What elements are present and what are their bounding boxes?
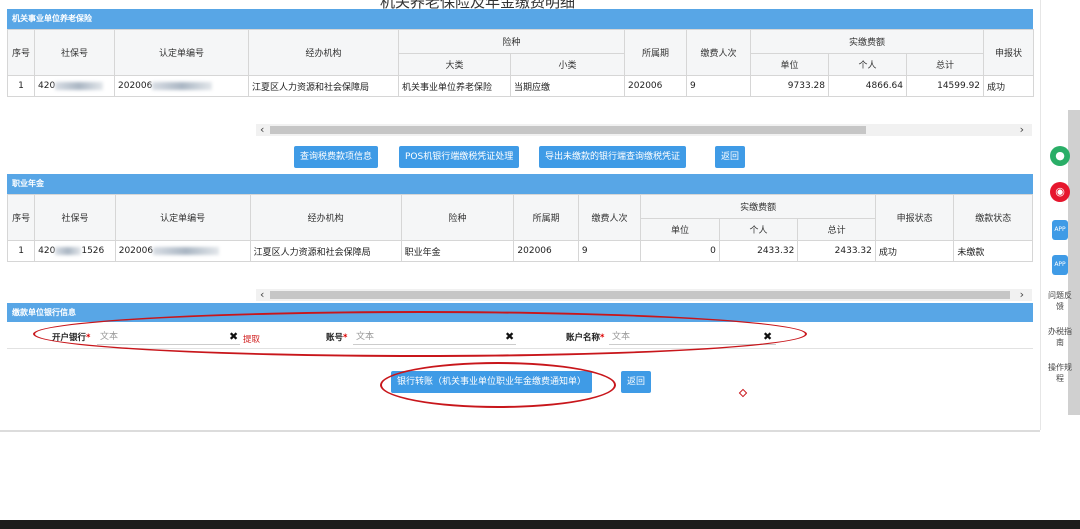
col-total: 总计 bbox=[906, 53, 985, 76]
cell-period: 202006 bbox=[513, 240, 579, 262]
sidebar-app-2[interactable]: APP bbox=[1046, 255, 1074, 275]
cell-agency: 江夏区人力资源和社会保障局 bbox=[249, 240, 402, 262]
col-period: 所属期 bbox=[624, 29, 688, 76]
cell-social-no: 420 bbox=[34, 75, 115, 97]
cell-unit: 9733.28 bbox=[750, 75, 830, 97]
scroll-left-icon[interactable]: ‹ bbox=[260, 288, 264, 301]
col-seq: 序号 bbox=[6, 194, 36, 241]
cell-period: 202006 bbox=[624, 75, 688, 97]
col-unit: 单位 bbox=[750, 53, 830, 76]
cell-personal: 4866.64 bbox=[828, 75, 908, 97]
cell-personal: 2433.32 bbox=[718, 240, 799, 262]
col-agency: 经办机构 bbox=[248, 29, 399, 76]
redacted-mark bbox=[55, 81, 104, 90]
app-icon[interactable]: APP bbox=[1052, 255, 1068, 275]
col-paid: 实缴费额 bbox=[750, 29, 985, 54]
cell-pay-status: 未缴款 bbox=[953, 240, 1033, 262]
col-cert-no: 认定单编号 bbox=[114, 29, 249, 76]
cell-seq: 1 bbox=[6, 240, 36, 262]
col-payers: 缴费人次 bbox=[686, 29, 752, 76]
cell-minor: 当期应缴 bbox=[509, 75, 626, 97]
col-cert-no: 认定单编号 bbox=[114, 194, 251, 241]
cell-report-status: 成功 bbox=[874, 240, 955, 262]
sidebar-feedback[interactable]: 问题反馈 bbox=[1046, 290, 1074, 312]
cell-major: 机关事业单位养老保险 bbox=[398, 75, 511, 97]
cell-total: 14599.92 bbox=[906, 75, 985, 97]
pension-table: 序号 社保号 认定单编号 经办机构 险种 所属期 缴费人次 实缴费额 申报状 大… bbox=[7, 29, 1035, 97]
scroll-right-icon[interactable]: › bbox=[1020, 288, 1024, 301]
annuity-scrollbar[interactable]: ‹ › bbox=[256, 288, 1032, 301]
annotation-oval bbox=[33, 311, 807, 357]
sidebar-procedure[interactable]: 操作规程 bbox=[1046, 362, 1074, 384]
col-pay-status: 缴款状态 bbox=[953, 194, 1033, 241]
sidebar-wechat[interactable]: ● bbox=[1046, 146, 1074, 166]
cell-insurance: 职业年金 bbox=[400, 240, 515, 262]
col-minor: 小类 bbox=[509, 53, 626, 76]
col-social-no: 社保号 bbox=[34, 194, 116, 241]
col-unit: 单位 bbox=[640, 218, 720, 241]
col-personal: 个人 bbox=[718, 218, 799, 241]
export-voucher-button[interactable]: 导出未缴款的银行端查询缴税凭证 bbox=[539, 146, 687, 168]
sidebar-guide[interactable]: 办税指南 bbox=[1046, 326, 1074, 348]
annuity-panel-title: 职业年金 bbox=[7, 174, 1033, 194]
cell-cert-no: 202006 bbox=[114, 75, 249, 97]
annuity-table: 序号 社保号 认定单编号 经办机构 险种 所属期 缴费人次 实缴费额 申报状态 … bbox=[6, 194, 1033, 262]
query-tax-button[interactable]: 查询税费款项信息 bbox=[294, 146, 379, 168]
scroll-thumb[interactable] bbox=[270, 291, 1010, 299]
redacted-mark bbox=[55, 246, 82, 255]
col-seq: 序号 bbox=[7, 29, 35, 76]
scroll-right-icon[interactable]: › bbox=[1020, 123, 1024, 136]
cell-social-no: 420 1526 bbox=[34, 240, 116, 262]
table-row[interactable]: 1 420 1526 202006 江夏区人力资源和社会保障局 职业年金 2020… bbox=[6, 240, 1033, 262]
col-total: 总计 bbox=[797, 218, 876, 241]
annotation-oval bbox=[380, 362, 616, 408]
col-report-status: 申报状态 bbox=[874, 194, 955, 241]
sidebar-weibo[interactable]: ◉ bbox=[1046, 182, 1074, 202]
sidebar-app[interactable]: APP bbox=[1046, 220, 1074, 240]
col-insurance: 险种 bbox=[400, 194, 515, 241]
annotation-dot bbox=[738, 388, 748, 398]
pension-scrollbar[interactable]: ‹ › bbox=[256, 123, 1032, 136]
cell-seq: 1 bbox=[7, 75, 35, 97]
cell-status: 成功 bbox=[983, 75, 1035, 97]
cell-cert-no: 202006 bbox=[114, 240, 251, 262]
col-major: 大类 bbox=[398, 53, 511, 76]
col-period: 所属期 bbox=[513, 194, 579, 241]
col-paid: 实缴费额 bbox=[640, 194, 876, 219]
cell-total: 2433.32 bbox=[797, 240, 876, 262]
cell-agency: 江夏区人力资源和社会保障局 bbox=[248, 75, 399, 97]
cell-unit: 0 bbox=[640, 240, 720, 262]
scroll-left-icon[interactable]: ‹ bbox=[260, 123, 264, 136]
taskbar bbox=[0, 520, 1080, 529]
cell-payers: 9 bbox=[686, 75, 752, 97]
pension-panel: 机关事业单位养老保险 序号 社保号 认定单编号 经办机构 险种 所属期 缴费人次… bbox=[7, 9, 1035, 97]
redacted-mark bbox=[152, 81, 213, 90]
redacted-mark bbox=[153, 246, 220, 255]
table-row[interactable]: 1 420 202006 江夏区人力资源和社会保障局 机关事业单位养老保险 当期… bbox=[7, 75, 1035, 97]
cell-payers: 9 bbox=[577, 240, 642, 262]
col-social-no: 社保号 bbox=[34, 29, 115, 76]
pension-panel-title: 机关事业单位养老保险 bbox=[7, 9, 1033, 29]
pos-voucher-button[interactable]: POS机银行端缴税凭证处理 bbox=[399, 146, 520, 168]
weibo-icon[interactable]: ◉ bbox=[1050, 182, 1070, 202]
col-agency: 经办机构 bbox=[249, 194, 402, 241]
col-insurance: 险种 bbox=[397, 29, 626, 54]
scroll-thumb[interactable] bbox=[270, 126, 866, 134]
col-personal: 个人 bbox=[828, 53, 908, 76]
annuity-panel: 职业年金 序号 社保号 认定单编号 经办机构 险种 所属期 缴费人次 实缴费额 … bbox=[6, 174, 1033, 262]
sidebar-divider bbox=[1040, 0, 1041, 430]
col-status: 申报状 bbox=[983, 29, 1035, 76]
col-payers: 缴费人次 bbox=[577, 194, 642, 241]
bottom-back-button[interactable]: 返回 bbox=[621, 371, 652, 393]
back-button[interactable]: 返回 bbox=[715, 146, 746, 168]
app-icon[interactable]: APP bbox=[1052, 220, 1068, 240]
wechat-icon[interactable]: ● bbox=[1050, 146, 1070, 166]
page-divider bbox=[0, 430, 1040, 432]
